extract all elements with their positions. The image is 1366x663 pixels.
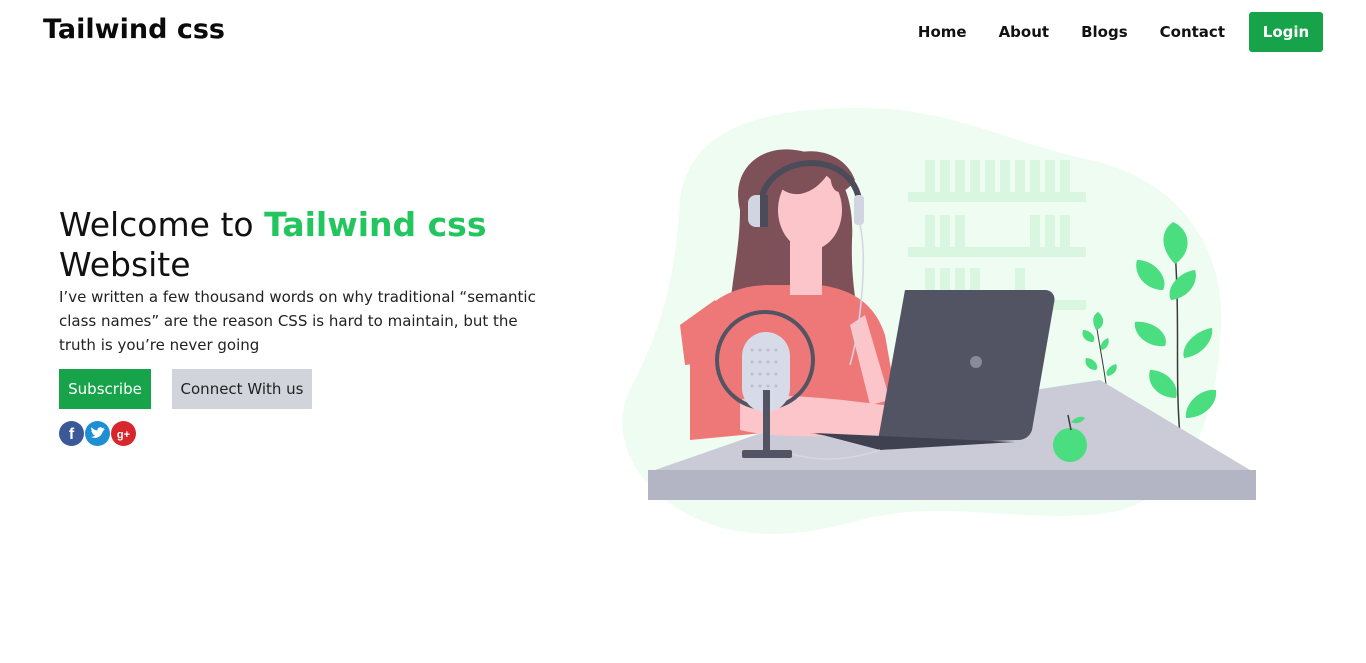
nav-blogs[interactable]: Blogs <box>1081 23 1128 41</box>
nav-bar: Home About Blogs Contact Login <box>918 12 1323 52</box>
header: Tailwind css Home About Blogs Contact Lo… <box>0 0 1366 66</box>
hero-illustration <box>620 100 1260 545</box>
social-links: f g+ <box>59 421 559 446</box>
hero-title-prefix: Welcome to <box>59 205 265 244</box>
nav-contact[interactable]: Contact <box>1160 23 1225 41</box>
facebook-icon[interactable]: f <box>59 421 84 446</box>
svg-text:f: f <box>69 426 75 443</box>
hero-title: Welcome to Tailwind css Website <box>59 205 559 285</box>
nav-about[interactable]: About <box>999 23 1050 41</box>
connect-button[interactable]: Connect With us <box>172 369 312 409</box>
hero-title-suffix: Website <box>59 245 191 284</box>
nav-home[interactable]: Home <box>918 23 967 41</box>
twitter-icon[interactable] <box>85 421 110 446</box>
hero-buttons: Subscribe Connect With us <box>59 369 559 409</box>
hero-description: I’ve written a few thousand words on why… <box>59 288 536 354</box>
podcaster-illustration <box>622 108 1256 534</box>
hero-title-accent: Tailwind css <box>264 205 487 244</box>
google-plus-icon[interactable]: g+ <box>111 421 136 446</box>
brand-logo[interactable]: Tailwind css <box>43 14 225 45</box>
login-button[interactable]: Login <box>1249 12 1323 52</box>
hero-text: Welcome to Tailwind css Website I’ve writ… <box>59 205 559 446</box>
svg-text:g+: g+ <box>117 429 130 441</box>
subscribe-button[interactable]: Subscribe <box>59 369 151 409</box>
